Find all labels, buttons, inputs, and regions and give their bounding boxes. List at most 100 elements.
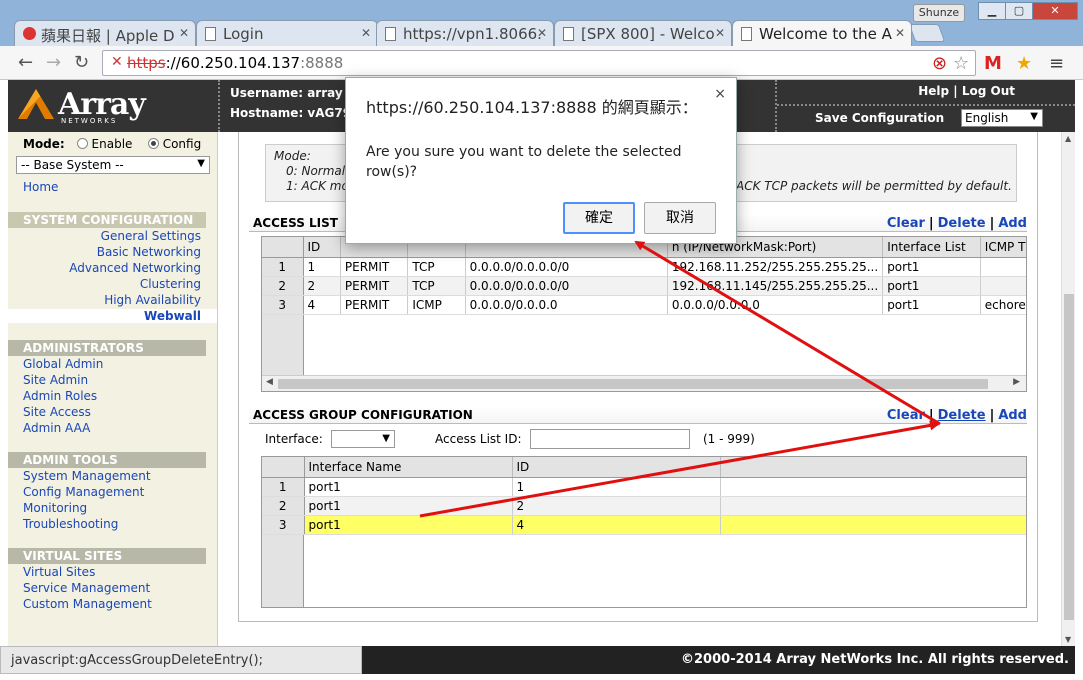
col-interface-list[interactable]: Interface List: [882, 237, 981, 258]
scroll-right-icon[interactable]: ▶: [1013, 377, 1020, 387]
nav-clustering[interactable]: Clustering: [140, 277, 201, 291]
access-list-delete-link[interactable]: Delete: [938, 216, 986, 231]
nav-high-availability[interactable]: High Availability: [104, 293, 201, 307]
nav-troubleshooting[interactable]: Troubleshooting: [23, 517, 118, 531]
nav-virtual-sites[interactable]: Virtual Sites: [23, 565, 95, 579]
access-group-add-link[interactable]: Add: [998, 408, 1027, 423]
minimize-button[interactable]: ▁: [978, 2, 1006, 20]
nav-basic-networking[interactable]: Basic Networking: [97, 245, 201, 259]
maximize-button[interactable]: ▢: [1005, 2, 1033, 20]
session-info: Username: array Hostname: vAG79: [218, 80, 351, 132]
col-icmp-type[interactable]: ICMP T: [980, 237, 1026, 258]
close-tab-icon[interactable]: ✕: [179, 26, 189, 40]
close-icon[interactable]: ×: [714, 86, 726, 102]
nav-custom-management[interactable]: Custom Management: [23, 597, 152, 611]
close-tab-icon[interactable]: ✕: [895, 26, 905, 40]
sidebar: Mode: Enable Config -- Base System -- ▼ …: [7, 132, 218, 646]
menu-icon[interactable]: ≡: [1049, 53, 1064, 74]
table-row[interactable]: 2 2 PERMIT TCP 0.0.0.0/0.0.0.0/0 192.168…: [262, 276, 1026, 296]
scrollbar-thumb[interactable]: [278, 379, 988, 389]
nav-system-management[interactable]: System Management: [23, 469, 151, 483]
gmail-icon[interactable]: M: [984, 53, 1002, 74]
mode-label: Mode:: [23, 137, 65, 151]
row-number: 3: [262, 295, 304, 315]
access-list-add-link[interactable]: Add: [998, 216, 1027, 231]
username-label: Username: array: [230, 86, 343, 100]
browser-tab-welcome[interactable]: Welcome to the A ✕: [732, 20, 912, 46]
blocked-icon[interactable]: ⊗: [932, 53, 947, 74]
language-value: English: [965, 111, 1009, 125]
nav-global-admin[interactable]: Global Admin: [23, 357, 103, 371]
profile-badge[interactable]: Shunze: [913, 4, 965, 22]
ok-button[interactable]: 確定: [563, 202, 635, 234]
help-link[interactable]: Help: [918, 84, 949, 98]
close-window-button[interactable]: ✕: [1032, 2, 1078, 20]
chevron-down-icon: ▼: [197, 158, 205, 169]
new-tab-button[interactable]: [908, 24, 946, 42]
nav-advanced-networking[interactable]: Advanced Networking: [69, 261, 201, 275]
access-list-clear-link[interactable]: Clear: [887, 216, 925, 231]
scroll-up-icon[interactable]: ▲: [1065, 134, 1071, 143]
nav-monitoring[interactable]: Monitoring: [23, 501, 87, 515]
cell-id: 2: [512, 496, 721, 516]
browser-status-bar: javascript:gAccessGroupDeleteEntry();: [0, 646, 362, 674]
close-tab-icon[interactable]: ✕: [537, 26, 547, 40]
interface-select[interactable]: ▼: [331, 430, 395, 448]
nav-admin-aaa[interactable]: Admin AAA: [23, 421, 90, 435]
mode-enable-radio[interactable]: [76, 138, 88, 149]
browser-tab-login[interactable]: Login ✕: [196, 20, 378, 46]
nav-admin-roles[interactable]: Admin Roles: [23, 389, 97, 403]
browser-tab-spx[interactable]: [SPX 800] - Welco ✕: [554, 20, 732, 46]
scroll-left-icon[interactable]: ◀: [266, 377, 273, 387]
nav-site-admin[interactable]: Site Admin: [23, 373, 88, 387]
scrollbar-thumb[interactable]: [1064, 294, 1074, 620]
cell-filler: [720, 515, 1026, 535]
close-tab-icon[interactable]: ✕: [715, 26, 725, 40]
table-row[interactable]: 1 1 PERMIT TCP 0.0.0.0/0.0.0.0/0 192.168…: [262, 257, 1026, 277]
cell-destination: 0.0.0.0/0.0.0.0: [667, 295, 884, 315]
bookmark-star-icon[interactable]: ☆: [953, 53, 969, 74]
col-interface-name[interactable]: Interface Name: [304, 457, 513, 478]
browser-tab-apple-daily[interactable]: 蘋果日報 | Apple D ✕: [14, 20, 196, 46]
table-row[interactable]: 1 port1 1: [262, 477, 1026, 497]
browser-toolbar: ← → ↻ ✕ https://60.250.104.137:8888 ⊗ ☆ …: [0, 46, 1083, 80]
access-list-id-input[interactable]: [530, 429, 690, 449]
cell-interface-name: port1: [304, 496, 513, 516]
page-icon: [385, 27, 396, 41]
header-divider: [777, 104, 1075, 106]
table-row[interactable]: 2 port1 2: [262, 496, 1026, 516]
horizontal-scrollbar[interactable]: ◀ ▶: [262, 375, 1026, 391]
back-arrow-icon[interactable]: ←: [18, 52, 33, 73]
star-extension-icon[interactable]: ★: [1016, 53, 1032, 74]
system-select[interactable]: -- Base System -- ▼: [16, 156, 210, 174]
home-link[interactable]: Home: [23, 180, 58, 194]
col-id[interactable]: ID: [303, 237, 341, 258]
separator: |: [989, 216, 995, 231]
save-configuration-link[interactable]: Save Configuration: [815, 111, 944, 125]
logout-link[interactable]: Log Out: [962, 84, 1015, 98]
access-group-delete-link[interactable]: Delete: [938, 408, 986, 423]
vertical-scrollbar[interactable]: ▲ ▼: [1061, 132, 1075, 646]
cell-protocol: ICMP: [407, 295, 466, 315]
col-id[interactable]: ID: [512, 457, 721, 478]
nav-service-management[interactable]: Service Management: [23, 581, 150, 595]
copyright: ©2000-2014 Array NetWorks Inc. All right…: [681, 652, 1069, 667]
scroll-down-icon[interactable]: ▼: [1065, 635, 1071, 644]
language-select[interactable]: English ▼: [961, 109, 1043, 127]
forward-arrow-icon[interactable]: →: [46, 52, 61, 73]
nav-webwall[interactable]: Webwall: [7, 309, 217, 323]
mode-note-tail: ACK TCP packets will be permitted by def…: [736, 179, 1012, 193]
nav-general-settings[interactable]: General Settings: [101, 229, 201, 243]
cancel-button[interactable]: 取消: [644, 202, 716, 234]
nav-site-access[interactable]: Site Access: [23, 405, 91, 419]
reload-icon[interactable]: ↻: [74, 52, 89, 73]
nav-config-management[interactable]: Config Management: [23, 485, 144, 499]
address-bar[interactable]: ✕ https://60.250.104.137:8888: [102, 50, 976, 76]
close-tab-icon[interactable]: ✕: [361, 26, 371, 40]
browser-tab-vpn[interactable]: https://vpn1.8066. ✕: [376, 20, 554, 46]
access-group-clear-link[interactable]: Clear: [887, 408, 925, 423]
mode-config-radio[interactable]: [147, 138, 159, 149]
table-row-selected[interactable]: 3 port1 4: [262, 515, 1026, 535]
table-row[interactable]: 3 4 PERMIT ICMP 0.0.0.0/0.0.0.0 0.0.0.0/…: [262, 295, 1026, 315]
hostname-label: Hostname: vAG79: [230, 106, 352, 120]
